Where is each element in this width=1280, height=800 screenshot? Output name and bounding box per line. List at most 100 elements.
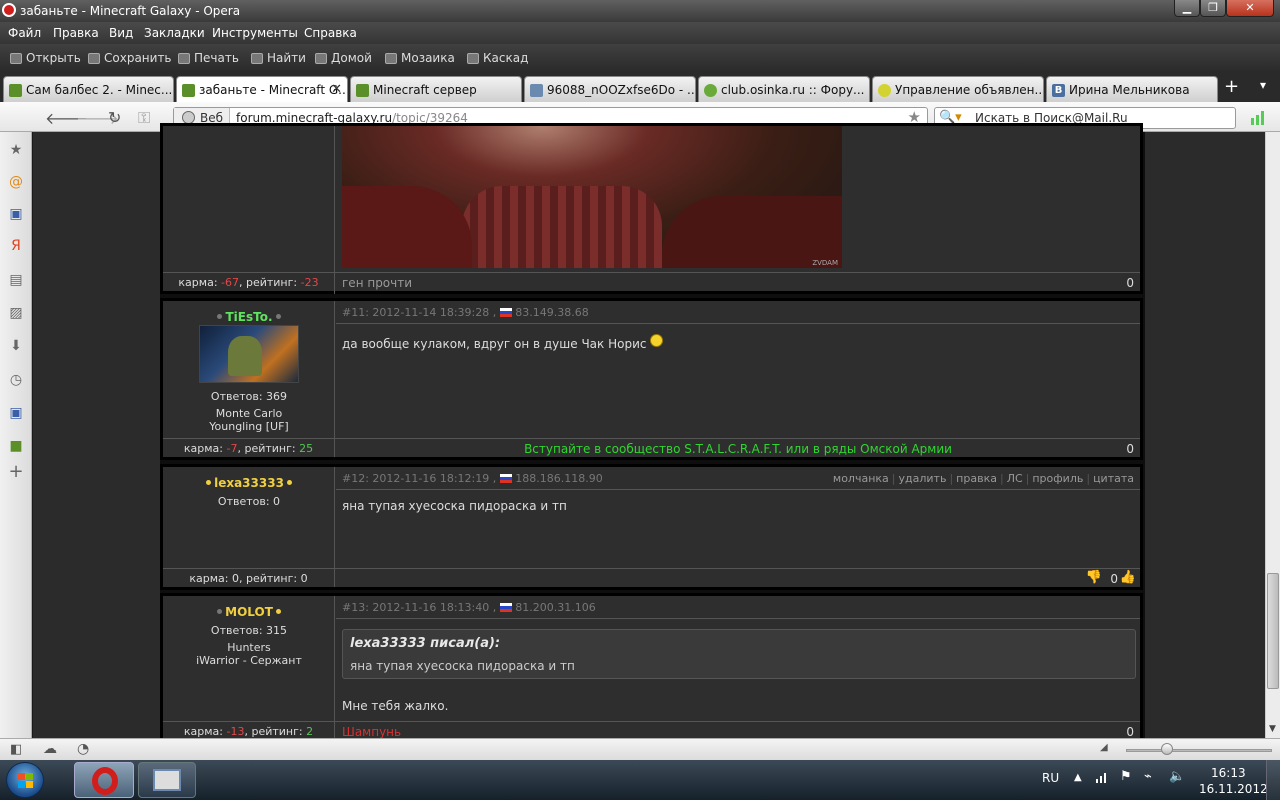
volume-icon[interactable]: 🔈 <box>1169 769 1185 784</box>
tile-button[interactable]: Мозаика <box>385 51 455 65</box>
taskbar-opera[interactable] <box>74 762 134 798</box>
minecraft-panel-icon[interactable]: ■ <box>8 438 24 454</box>
downloads-icon[interactable]: ⬇ <box>8 338 24 354</box>
thumbs-down-icon[interactable]: 👎 <box>1086 570 1102 585</box>
signature-link[interactable]: Вступайте в сообщество S.T.A.L.C.R.A.F.T… <box>524 442 952 456</box>
security-alert-icon[interactable]: ⚑ <box>1120 769 1132 784</box>
tab-6[interactable]: Управление объявлен... <box>872 76 1044 102</box>
pm-link[interactable]: ЛС <box>1007 472 1023 485</box>
panel-toggle-icon[interactable]: ◧ <box>10 742 22 757</box>
clan-name: Hunters <box>227 641 271 654</box>
scroll-down-icon[interactable]: ▼ <box>1269 724 1276 734</box>
bookmarks-star-icon[interactable]: ★ <box>8 142 24 158</box>
zoom-slider[interactable] <box>1126 749 1272 752</box>
add-panel-icon[interactable]: + <box>8 463 24 481</box>
post-text: да вообще кулаком, вдруг он в душе Чак Н… <box>342 337 647 351</box>
menu-view[interactable]: Вид <box>109 26 133 40</box>
delete-link[interactable]: удалить <box>899 472 947 485</box>
opera-logo-icon[interactable] <box>2 3 16 17</box>
menu-tools[interactable]: Инструменты <box>212 26 298 40</box>
forum-post-partial: ZVDAM карма: -67, рейтинг: -23 ген прочт… <box>160 123 1143 294</box>
widgets-icon[interactable]: ▣ <box>8 405 24 421</box>
tab-3[interactable]: Minecraft сервер <box>350 76 522 102</box>
tab-2-active[interactable]: забаньте - Minecraft G... ✕ <box>176 76 348 103</box>
post-date: 2012-11-16 18:13:40 <box>372 601 490 614</box>
taskbar-app[interactable] <box>138 762 196 798</box>
start-button[interactable] <box>6 762 44 798</box>
menu-file[interactable]: Файл <box>8 26 41 40</box>
clock-date[interactable]: 16.11.2012 <box>1199 782 1268 796</box>
post-number[interactable]: #12 <box>342 472 365 485</box>
username[interactable]: MOLOT <box>163 605 335 619</box>
find-button[interactable]: Найти <box>251 51 306 65</box>
tab-label: Управление объявлен... <box>895 83 1044 97</box>
clock-time[interactable]: 16:13 <box>1211 766 1246 780</box>
signal-bars-icon[interactable] <box>1250 108 1268 126</box>
quote-link[interactable]: цитата <box>1093 472 1134 485</box>
panels-icon[interactable]: ▤ <box>8 272 24 288</box>
menu-edit[interactable]: Правка <box>53 26 99 40</box>
save-button[interactable]: Сохранить <box>88 51 172 65</box>
notes-icon[interactable]: ▨ <box>8 305 24 321</box>
tab-5[interactable]: club.osinka.ru :: Фору... <box>698 76 870 102</box>
menu-help[interactable]: Справка <box>304 26 357 40</box>
thumbs-up-icon[interactable]: 👍 <box>1120 570 1136 585</box>
post-author-column: TiEsTo. Ответов: 369 Monte Carlo Youngli… <box>163 301 335 439</box>
tab-label: club.osinka.ru :: Фору... <box>721 83 865 97</box>
post-number[interactable]: #13 <box>342 601 365 614</box>
mail-icon[interactable]: @ <box>8 174 24 190</box>
username[interactable]: lexa33333 <box>163 476 335 490</box>
cloud-icon[interactable]: ☁ <box>43 741 57 757</box>
zoom-slider-handle[interactable] <box>1161 743 1173 755</box>
minimize-button[interactable]: ▁ <box>1174 0 1200 17</box>
open-button[interactable]: Открыть <box>10 51 81 65</box>
print-label: Печать <box>194 51 239 65</box>
new-tab-icon[interactable]: + <box>1224 76 1239 97</box>
opera-icon <box>92 767 118 795</box>
title-bar: забаньте - Minecraft Galaxy - Opera ▁ ❐ … <box>0 0 1280 22</box>
user-rank: iWarrior - Сержант <box>196 654 302 667</box>
tab-4[interactable]: 96088_nOOZxfse6Do - ... <box>524 76 696 102</box>
close-tab-icon[interactable]: ✕ <box>331 82 342 97</box>
vertical-scrollbar[interactable]: ▼ <box>1265 132 1280 738</box>
minecraft-favicon-icon <box>9 84 22 97</box>
tab-7[interactable]: В Ирина Мельникова <box>1046 76 1218 102</box>
cascade-button[interactable]: Каскад <box>467 51 528 65</box>
profile-link[interactable]: профиль <box>1032 472 1083 485</box>
print-icon <box>178 52 190 64</box>
network-icon[interactable] <box>1095 770 1109 784</box>
post-number[interactable]: #11 <box>342 306 365 319</box>
forum-post: MOLOT Ответов: 315 Hunters iWarrior - Се… <box>160 593 1143 743</box>
karma-value: -13 <box>226 725 245 738</box>
tab-menu-icon[interactable]: ▾ <box>1260 78 1266 92</box>
tray-expand-icon[interactable]: ▲ <box>1074 772 1082 783</box>
home-button[interactable]: Домой <box>315 51 372 65</box>
history-icon[interactable]: ◷ <box>8 372 24 388</box>
menu-bookmarks[interactable]: Закладки <box>144 26 205 40</box>
image-watermark: ZVDAM <box>812 259 838 267</box>
speed-icon[interactable]: ◔ <box>77 741 89 757</box>
tab-1[interactable]: Сам балбес 2. - Minec... <box>3 76 174 102</box>
zoom-fit-icon[interactable]: ◢ <box>1100 742 1108 753</box>
scrollbar-thumb[interactable] <box>1267 573 1279 689</box>
avatar[interactable] <box>199 325 299 383</box>
close-window-button[interactable]: ✕ <box>1226 0 1274 17</box>
username[interactable]: TiEsTo. <box>163 310 335 324</box>
language-indicator[interactable]: RU <box>1042 771 1059 785</box>
tab-label: забаньте - Minecraft G... <box>199 83 348 97</box>
show-desktop-button[interactable] <box>1266 760 1280 800</box>
key-icon[interactable]: ⚿ <box>138 108 150 128</box>
yandex-icon[interactable]: Я <box>8 238 24 254</box>
print-button[interactable]: Печать <box>178 51 239 65</box>
smiley-favicon-icon <box>878 84 891 97</box>
rating-label: , рейтинг: <box>237 442 300 455</box>
edit-link[interactable]: правка <box>956 472 997 485</box>
post-meta: #11: 2012-11-14 18:39:28 , 83.149.38.68 <box>336 301 1140 324</box>
usb-icon[interactable]: ⌁ <box>1144 769 1152 784</box>
speed-dial-icon[interactable]: ▣ <box>8 206 24 222</box>
home-icon <box>315 52 327 64</box>
mute-link[interactable]: молчанка <box>833 472 889 485</box>
maximize-button[interactable]: ❐ <box>1200 0 1226 17</box>
shirt-shape <box>462 186 662 268</box>
reload-icon[interactable]: ↻ <box>108 108 121 127</box>
